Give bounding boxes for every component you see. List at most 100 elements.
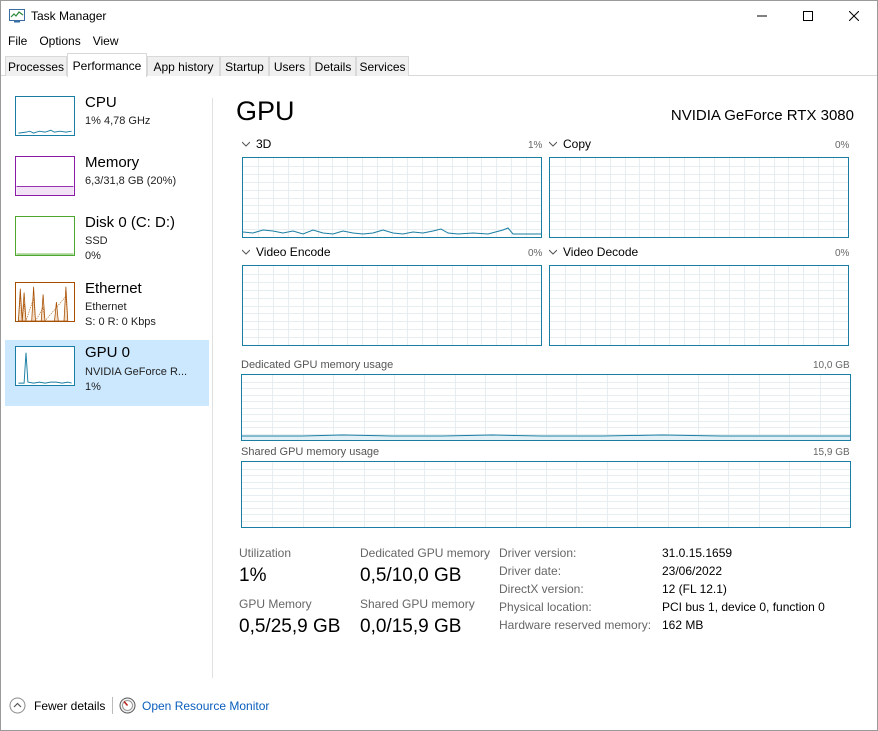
resource-sidebar: CPU 1% 4,78 GHz Memory 6,3/31,8 GB (20%)… [1,90,211,680]
gpu-model-name: NVIDIA GeForce RTX 3080 [670,107,854,124]
sidebar-item-detail: 1% 4,78 GHz [85,115,151,127]
info-value-driver-version: 31.0.15.1659 [662,546,733,560]
shared-memory-label: Shared GPU memory usage [241,446,380,458]
close-button[interactable] [831,1,877,31]
sidebar-item-title: Disk 0 (C: D:) [85,214,175,231]
graph-copy [549,157,849,238]
tab-app-history[interactable]: App history [147,56,220,76]
graph-dedicated-memory [241,374,851,441]
engine-percent: 0% [835,140,850,151]
chevron-up-circle-icon [9,697,26,714]
shared-gpu-memory-value: 0,0/15,9 GB [360,616,462,637]
engine-selector-video-encode[interactable]: Video Encode [242,245,331,259]
sidebar-item-disk[interactable]: Disk 0 (C: D:) SSD 0% [5,210,209,274]
info-value-driver-date: 23/06/2022 [662,564,723,578]
info-value-physical-location: PCI bus 1, device 0, function 0 [662,600,825,614]
minimize-icon [757,15,767,17]
dedicated-gpu-memory-label: Dedicated GPU memory [360,546,491,560]
maximize-icon [803,11,813,21]
info-key-driver-date: Driver date: [499,564,562,578]
engine-label: Video Encode [256,245,331,259]
maximize-button[interactable] [785,1,831,31]
engine-label: Copy [563,137,592,151]
chevron-down-icon [549,249,557,255]
info-key-driver-version: Driver version: [499,546,577,560]
info-key-hardware-reserved-memory: Hardware reserved memory: [499,618,652,632]
menu-bar: File Options View [1,31,877,51]
open-resource-monitor-label: Open Resource Monitor [142,698,270,713]
tab-users[interactable]: Users [269,56,310,76]
close-icon [849,11,859,21]
engine-selector-3d[interactable]: 3D [242,137,271,151]
engine-percent: 1% [528,140,543,151]
chevron-down-icon [549,141,557,147]
task-manager-icon [9,9,25,23]
graph-grid [550,266,848,345]
disk-thumbnail-graph [15,216,75,256]
sidebar-item-gpu[interactable]: GPU 0 NVIDIA GeForce R... 1% [5,340,209,406]
page-title: GPU [236,96,295,126]
graph-3d-line [243,227,541,235]
sidebar-item-cpu[interactable]: CPU 1% 4,78 GHz [5,90,209,154]
utilization-label: Utilization [239,546,292,560]
engine-selector-video-decode[interactable]: Video Decode [549,245,638,259]
shared-gpu-memory-label: Shared GPU memory [360,597,475,611]
chevron-down-icon [242,249,250,255]
cpu-thumbnail-graph [15,96,75,136]
memory-thumbnail-graph [15,156,75,196]
resource-monitor-icon [119,697,136,714]
shared-memory-max: 15,9 GB [813,447,850,458]
tab-startup[interactable]: Startup [220,56,269,76]
graph-grid [242,462,850,527]
sidebar-item-detail: Ethernet [85,301,127,313]
info-key-physical-location: Physical location: [499,600,592,614]
graph-video-encode [242,265,542,346]
engine-label: 3D [256,137,272,151]
fewer-details-button[interactable]: Fewer details [9,697,105,714]
tab-services[interactable]: Services [356,56,409,76]
sidebar-item-detail: 6,3/31,8 GB (20%) [85,175,177,187]
tab-processes[interactable]: Processes [5,56,67,76]
graph-shared-memory [241,461,851,528]
fewer-details-label: Fewer details [34,698,106,713]
menu-options[interactable]: Options [32,34,85,48]
sidebar-item-detail-2: 1% [85,381,101,393]
footer-bar: Fewer details Open Resource Monitor [1,690,877,720]
gpu-memory-label: GPU Memory [239,597,312,611]
ethernet-thumbnail-graph [15,282,75,322]
sidebar-item-ethernet[interactable]: Ethernet Ethernet S: 0 R: 0 Kbps [5,276,209,340]
sidebar-item-detail: NVIDIA GeForce R... [85,366,188,378]
sidebar-item-title: GPU 0 [85,344,131,361]
tab-details[interactable]: Details [310,56,356,76]
footer-divider [112,697,113,714]
tab-strip: Processes Performance App history Startu… [1,53,877,77]
sidebar-item-detail-2: S: 0 R: 0 Kbps [85,316,156,328]
utilization-value: 1% [239,565,267,586]
minimize-button[interactable] [739,1,785,31]
sidebar-item-title: Memory [85,154,140,171]
graph-grid [550,158,848,237]
sidebar-item-detail-2: 0% [85,250,101,262]
engine-label: Video Decode [563,245,639,259]
graph-video-decode [549,265,849,346]
tab-performance[interactable]: Performance [67,53,147,77]
engine-selector-copy[interactable]: Copy [549,137,591,151]
graph-grid [243,266,541,345]
graph-dedicated-memory-line [242,434,850,440]
dedicated-gpu-memory-value: 0,5/10,0 GB [360,565,462,586]
info-value-directx-version: 12 (FL 12.1) [662,582,727,596]
gpu-details-panel: GPU NVIDIA GeForce RTX 3080 3D 1% Copy 0… [228,90,858,650]
menu-file[interactable]: File [1,34,32,48]
sidebar-item-memory[interactable]: Memory 6,3/31,8 GB (20%) [5,150,209,214]
gpu-thumbnail-graph [15,346,75,386]
sidebar-item-title: CPU [85,94,117,111]
open-resource-monitor-link[interactable]: Open Resource Monitor [119,697,269,714]
window-title: Task Manager [31,9,107,23]
sidebar-item-title: Ethernet [85,280,142,297]
chevron-down-icon [242,141,250,147]
dedicated-memory-max: 10,0 GB [813,360,850,371]
info-key-directx-version: DirectX version: [499,582,584,596]
menu-view[interactable]: View [86,34,124,48]
title-bar: Task Manager [1,1,877,31]
info-value-hardware-reserved-memory: 162 MB [662,618,704,632]
